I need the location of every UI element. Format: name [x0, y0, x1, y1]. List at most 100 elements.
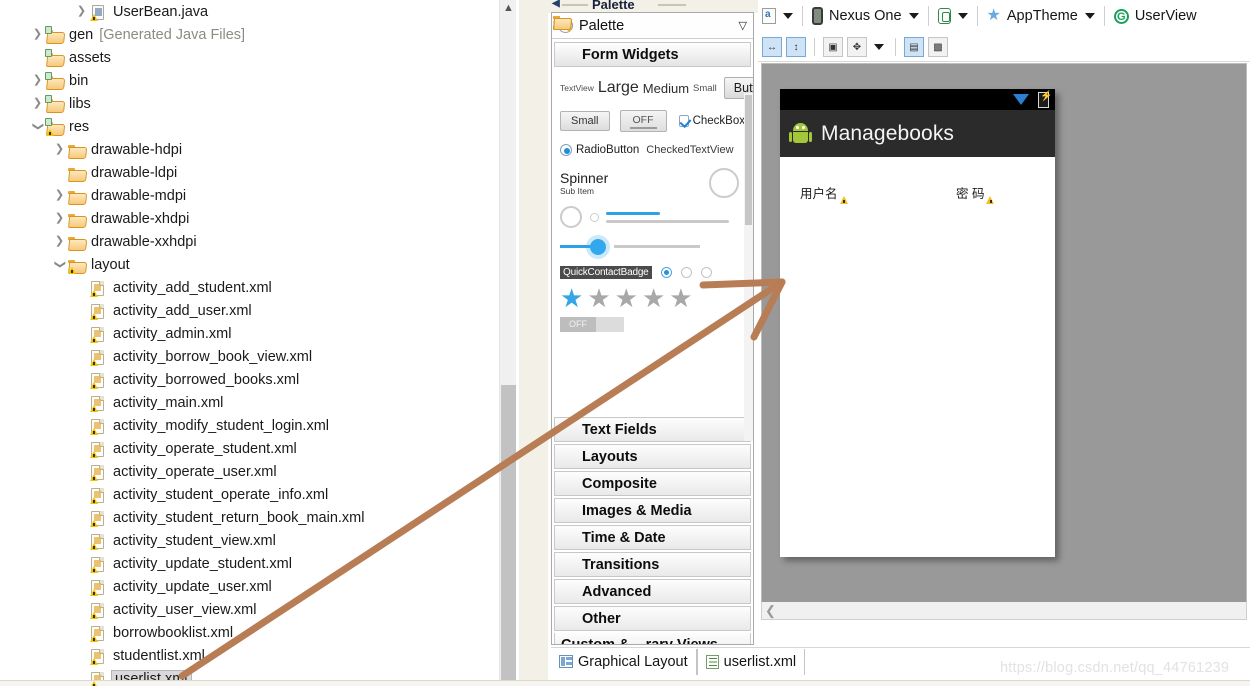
tree-item-activity-student-operate-info-xml[interactable]: activity_student_operate_info.xml [0, 483, 516, 506]
rating-star-5-icon[interactable]: ★ [669, 285, 692, 311]
widget-radiogroup-dot-2[interactable] [700, 267, 712, 278]
scroll-left-arrow-icon[interactable]: ❮ [765, 603, 776, 619]
palette-category-custom-views[interactable]: Custom & ...rary Views [554, 633, 751, 644]
palette-category-images-media[interactable]: Images & Media [553, 16, 751, 523]
tree-item-activity-update-student-xml[interactable]: activity_update_student.xml [0, 552, 516, 575]
palette-header[interactable]: Palette ▽ [552, 13, 753, 39]
widget-radiobutton-label[interactable]: RadioButton [576, 144, 639, 156]
tree-item-libs[interactable]: ❯ libs [0, 92, 516, 115]
project-tree[interactable]: ❯ UserBean.java ❯ gen [Generated Java Files]… [0, 0, 516, 686]
theme-selector[interactable]: ★ AppTheme [983, 0, 1099, 32]
chevron-down-icon[interactable]: ❯ [32, 119, 44, 134]
palette-widget-previews[interactable]: TextView Large Medium Small Button Small… [552, 67, 753, 441]
tree-item-res[interactable]: ❯ res [0, 115, 516, 138]
palette-category-other[interactable]: Other [553, 16, 751, 631]
tree-item-activity-add-student-xml[interactable]: activity_add_student.xml [0, 276, 516, 299]
tree-item-activity-admin-xml[interactable]: activity_admin.xml [0, 322, 516, 345]
chevron-right-icon[interactable]: ❯ [30, 98, 45, 109]
chevron-right-icon[interactable]: ❯ [52, 236, 67, 247]
widget-progressbar-horizontal-track[interactable] [606, 219, 729, 223]
tree-item-drawable-hdpi[interactable]: ❯ drawable-hdpi [0, 138, 516, 161]
rating-star-1-icon[interactable]: ★ [560, 285, 583, 311]
tree-item-studentlist-xml[interactable]: studentlist.xml [0, 644, 516, 667]
chevron-down-icon[interactable]: ▽ [739, 19, 747, 32]
device-selector[interactable]: Nexus One [808, 0, 923, 32]
palette-inner-scrollbar[interactable] [744, 93, 753, 441]
widget-checkbox-box[interactable] [678, 115, 689, 127]
chevron-down-icon[interactable] [957, 13, 968, 19]
canvas-horizontal-scrollbar[interactable]: ❮ [761, 602, 1247, 620]
show-outline-button[interactable]: ▤ [904, 36, 924, 57]
palette-category-list[interactable]: Text Fields Layouts Composite Images & Medi… [552, 16, 753, 631]
layout-canvas[interactable]: Managebooks 用户名 密 码 [761, 63, 1247, 620]
widget-large-text[interactable]: Large [598, 79, 639, 97]
chevron-right-icon[interactable]: ❯ [30, 75, 45, 86]
chevron-right-icon[interactable]: ❯ [52, 190, 67, 201]
tab-userlist-xml[interactable]: userlist.xml [696, 648, 806, 675]
tree-item-layout[interactable]: ❯ layout [0, 253, 516, 276]
select-marquee-button[interactable]: ▣ [823, 36, 843, 57]
rating-star-2-icon[interactable]: ★ [587, 285, 610, 311]
orientation-selector[interactable] [934, 0, 972, 32]
palette-category-text-fields[interactable]: Text Fields [553, 16, 751, 442]
tree-item-activity-operate-student-xml[interactable]: activity_operate_student.xml [0, 437, 516, 460]
tree-item-borrowbooklist-xml[interactable]: borrowbooklist.xml [0, 621, 516, 644]
chevron-right-icon[interactable]: ❯ [52, 213, 67, 224]
tree-item-bin[interactable]: ❯ bin [0, 69, 516, 92]
widget-seekbar[interactable] [560, 238, 745, 255]
tree-item-activity-operate-user-xml[interactable]: activity_operate_user.xml [0, 460, 516, 483]
tree-item-drawable-ldpi[interactable]: drawable-ldpi [0, 161, 516, 184]
palette-scrollbar-thumb[interactable] [745, 95, 752, 225]
chevron-down-icon[interactable] [908, 13, 919, 19]
tree-item-gen[interactable]: ❯ gen [Generated Java Files] [0, 23, 516, 46]
device-preview[interactable]: Managebooks 用户名 密 码 [780, 89, 1055, 557]
palette-panel[interactable]: Palette ▽ Form Widgets TextView Large Me… [551, 12, 754, 645]
widget-checkbox-label[interactable]: CheckBox [693, 115, 745, 127]
switch-knob-label[interactable]: OFF [560, 317, 596, 332]
tree-item-activity-add-user-xml[interactable]: activity_add_user.xml [0, 299, 516, 322]
tree-item-activity-main-xml[interactable]: activity_main.xml [0, 391, 516, 414]
widget-small-button[interactable]: Small [560, 111, 610, 131]
widget-radiobutton-dot[interactable] [560, 144, 572, 156]
widget-checkedtextview-label[interactable]: CheckedTextView [646, 144, 733, 156]
widget-textview[interactable]: TextView [560, 83, 594, 93]
chevron-down-icon[interactable]: ❯ [54, 257, 66, 272]
distribute-button[interactable]: ✥ [847, 36, 867, 57]
palette-category-transitions[interactable]: Transitions [553, 16, 751, 577]
fit-width-button[interactable]: ↔ [762, 36, 782, 57]
scrollbar-thumb[interactable] [501, 385, 516, 685]
tab-scroll-left-icon[interactable]: ◀ [552, 0, 560, 9]
tree-item-activity-student-view-xml[interactable]: activity_student_view.xml [0, 529, 516, 552]
palette-category-layouts[interactable]: Layouts [553, 16, 751, 469]
fit-height-button[interactable]: ↕ [786, 36, 806, 57]
package-explorer-panel[interactable]: ❯ UserBean.java ❯ gen [Generated Java Files]… [0, 0, 516, 686]
username-label[interactable]: 用户名 [800, 183, 848, 204]
widget-radiogroup-dot-selected[interactable] [660, 267, 672, 278]
rating-star-3-icon[interactable]: ★ [615, 285, 638, 311]
layout-config-toolbar[interactable]: Nexus One ★ AppTheme G UserView [758, 0, 1250, 32]
tree-item-userbean-java[interactable]: ❯ UserBean.java [0, 0, 516, 23]
widget-switch[interactable]: OFF [560, 317, 624, 332]
activity-selector[interactable]: G UserView [1110, 0, 1201, 32]
palette-category-composite[interactable]: Composite [553, 16, 751, 496]
widget-radiogroup-dot-1[interactable] [680, 267, 692, 278]
palette-category-form-widgets[interactable]: Form Widgets [553, 16, 751, 67]
tree-item-drawable-xxhdpi[interactable]: ❯ drawable-xxhdpi [0, 230, 516, 253]
layout-editor[interactable]: Nexus One ★ AppTheme G UserView ↔ ↕ [758, 0, 1250, 686]
widget-medium-text[interactable]: Medium [643, 81, 689, 96]
chevron-down-icon[interactable] [874, 43, 884, 50]
widget-toggle-button[interactable]: OFF [619, 110, 667, 132]
chevron-right-icon[interactable]: ❯ [74, 6, 89, 17]
explorer-vertical-scrollbar[interactable]: ▲ [499, 0, 516, 686]
tree-item-activity-borrow-book-view-xml[interactable]: activity_borrow_book_view.xml [0, 345, 516, 368]
include-in-button[interactable]: ▩ [928, 36, 948, 57]
widget-ratingbar[interactable]: ★ ★ ★ ★ ★ [560, 285, 745, 311]
seekbar-thumb[interactable] [590, 239, 606, 255]
tree-item-drawable-xhdpi[interactable]: ❯ drawable-xhdpi [0, 207, 516, 230]
widget-quickcontactbadge[interactable]: QuickContactBadge [560, 266, 652, 279]
widget-progressbar-normal-icon[interactable] [560, 206, 582, 228]
tree-item-activity-student-return-book-main-xml[interactable]: activity_student_return_book_main.xml [0, 506, 516, 529]
chevron-right-icon[interactable]: ❯ [30, 29, 45, 40]
tree-item-assets[interactable]: assets [0, 46, 516, 69]
tab-graphical-layout[interactable]: Graphical Layout [551, 648, 697, 675]
